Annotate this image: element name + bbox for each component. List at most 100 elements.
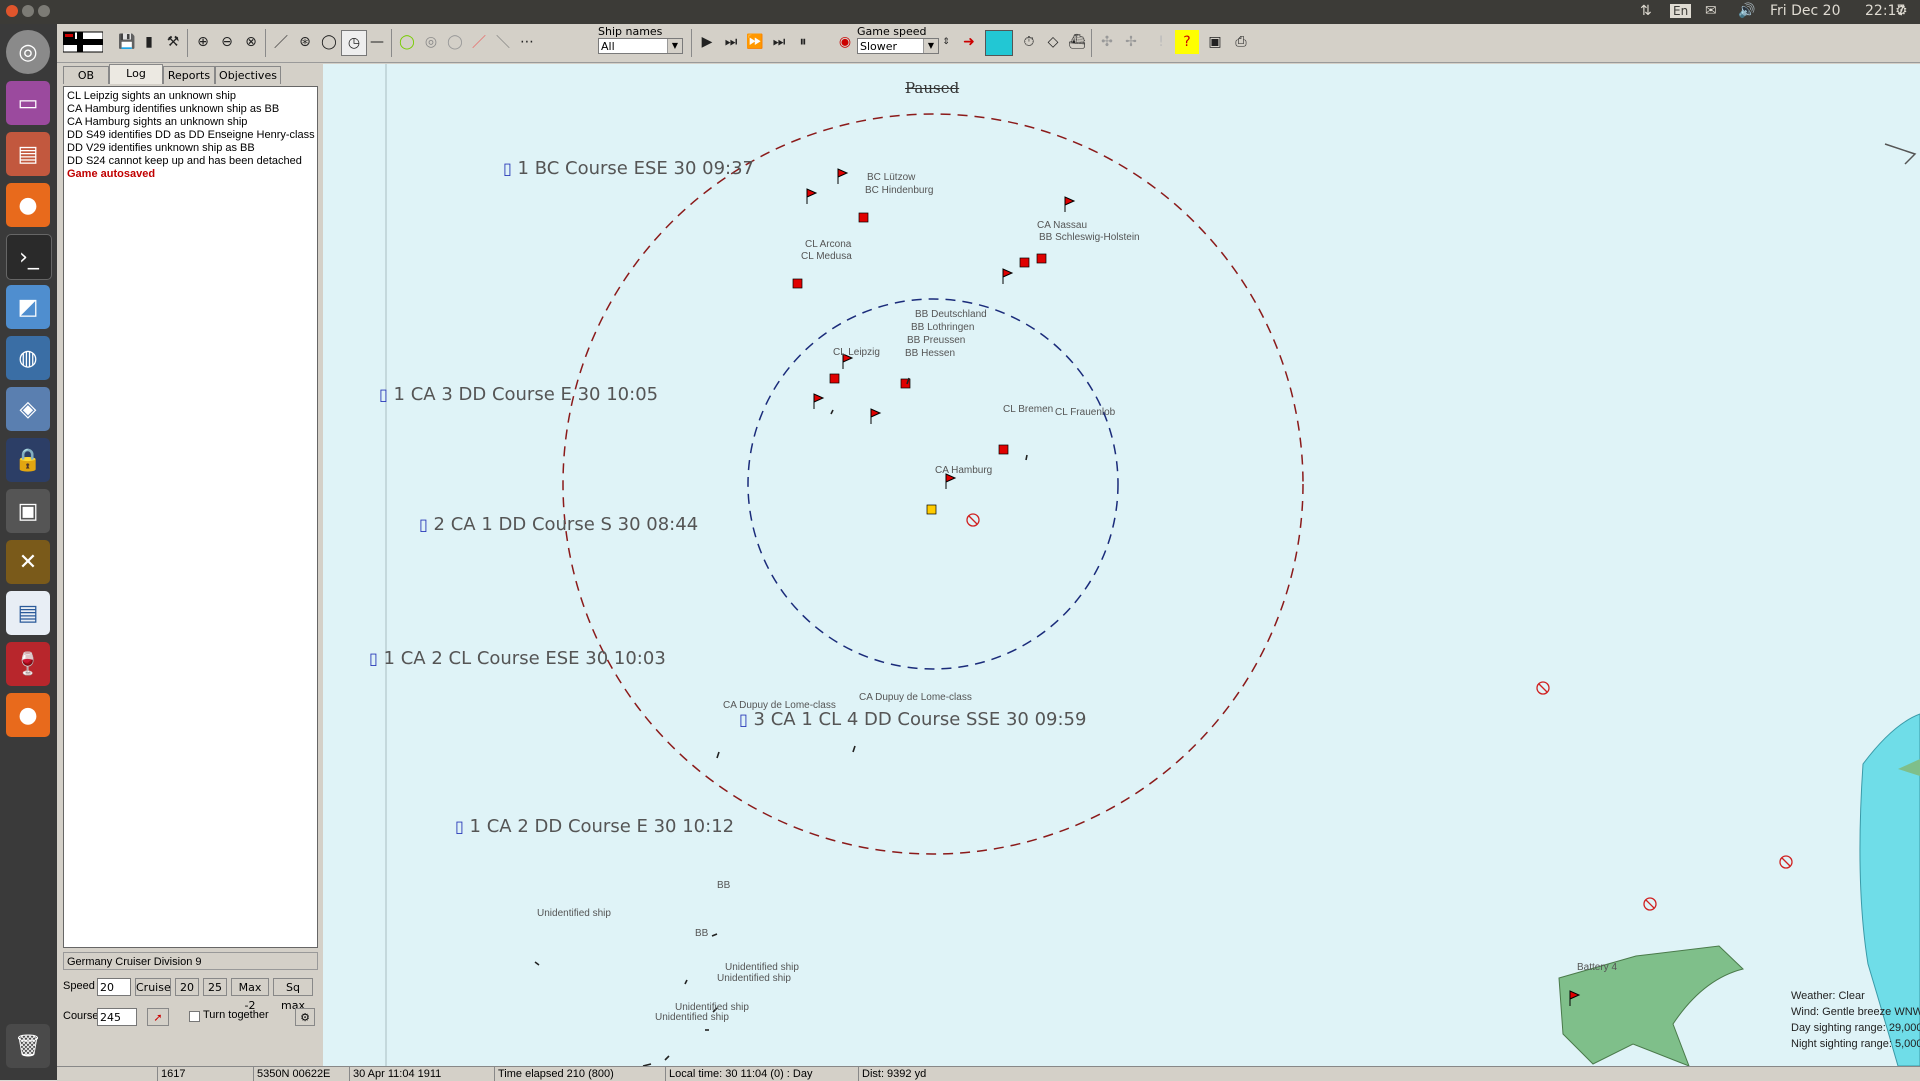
contact-report[interactable]: ▯ 1 BC Course ESE 30 09:37 — [503, 158, 754, 179]
screenshot-icon[interactable]: ▣ — [1203, 30, 1227, 54]
ship-label[interactable]: BB — [695, 928, 708, 939]
ship-label[interactable]: BB Deutschland — [915, 309, 987, 320]
maximize-window-button[interactable] — [38, 5, 50, 17]
play-step-icon[interactable]: ▶ — [695, 30, 719, 54]
close-window-button[interactable] — [6, 5, 18, 17]
lock-icon[interactable]: 🔒 — [6, 438, 50, 482]
ship-label[interactable]: Unidentified ship — [725, 962, 799, 973]
contact-report[interactable]: ▯ 1 CA 2 DD Course E 30 10:12 — [455, 816, 734, 837]
steam-icon[interactable]: ◍ — [6, 336, 50, 380]
sea-view-icon[interactable] — [985, 30, 1013, 56]
ship-label[interactable]: BB Hessen — [905, 348, 955, 359]
fast-forward-icon[interactable]: ⏭ — [767, 30, 791, 54]
ship-label[interactable]: BB — [717, 880, 730, 891]
ship-label[interactable]: BC Lützow — [867, 172, 915, 183]
formation-icon[interactable]: ✣ — [1095, 30, 1119, 54]
tab-reports[interactable]: Reports — [163, 66, 215, 84]
ship-label[interactable]: BB Preussen — [907, 335, 965, 346]
german-flag-icon[interactable] — [63, 30, 103, 54]
ship-names-select[interactable]: All ▼ — [598, 38, 683, 54]
formation-2-icon[interactable]: ✢ — [1119, 30, 1143, 54]
speed-25-button[interactable]: 25 — [203, 978, 227, 996]
zoom-fit-icon[interactable]: ⊗ — [239, 30, 263, 54]
contact-report[interactable]: ▯ 3 CA 1 CL 4 DD Course SSE 30 09:59 — [739, 709, 1086, 730]
clock-ring-icon[interactable]: ◷ — [341, 30, 367, 56]
language-indicator[interactable]: En — [1670, 4, 1692, 18]
settings-icon[interactable]: ⚒ — [161, 30, 185, 54]
volume-icon[interactable]: 🔊 — [1738, 3, 1755, 19]
target-icon[interactable]: ◉ — [833, 30, 857, 54]
dosbox-icon[interactable]: ✕ — [6, 540, 50, 584]
red-line-icon[interactable]: ／ — [467, 30, 491, 54]
help-icon[interactable]: ? — [1175, 30, 1199, 54]
info-icon[interactable]: ! — [1149, 30, 1173, 54]
dotted-line-icon[interactable]: ⋯ — [515, 30, 539, 54]
speed-input[interactable]: 20 — [97, 978, 131, 996]
windows-app-icon[interactable]: ◩ — [6, 285, 50, 329]
minimize-window-button[interactable] — [22, 5, 34, 17]
save-icon[interactable]: 💾 — [115, 30, 139, 54]
ship-label[interactable]: CL Frauenlob — [1055, 407, 1115, 418]
settings-gear-icon[interactable]: ⚙ — [1895, 3, 1908, 19]
ship-label[interactable]: CA Dupuy de Lome-class — [723, 700, 836, 711]
ship-label[interactable]: CA Hamburg — [935, 465, 992, 476]
contact-report[interactable]: ▯ 1 CA 2 CL Course ESE 30 10:03 — [369, 648, 666, 669]
files-icon[interactable]: ▤ — [6, 132, 50, 176]
game-speed-select[interactable]: Slower ▼ — [857, 38, 939, 54]
turn-together-checkbox[interactable] — [189, 1011, 200, 1022]
course-pointer-icon[interactable]: ➚ — [147, 1008, 169, 1026]
virtualbox-icon[interactable]: ◈ — [6, 387, 50, 431]
line-icon[interactable]: — — [365, 30, 389, 54]
ship-label[interactable]: Unidentified ship — [717, 973, 791, 984]
document-icon[interactable]: ▤ — [6, 591, 50, 635]
green-ring-icon[interactable]: ◯ — [395, 30, 419, 54]
ship-label[interactable]: CA Dupuy de Lome-class — [859, 692, 972, 703]
app-window-icon[interactable]: ▭ — [6, 81, 50, 125]
course-input[interactable]: 245 — [97, 1008, 137, 1026]
red-arrow-icon[interactable]: ➜ — [957, 30, 981, 54]
window-switcher-icon[interactable]: ▣ — [6, 489, 50, 533]
network-icon[interactable]: ⇅ — [1640, 3, 1652, 19]
ship-label[interactable]: Unidentified ship — [537, 908, 611, 919]
ship-label[interactable]: BB Schleswig-Holstein — [1039, 232, 1140, 243]
ship-label[interactable]: CL Leipzig — [833, 347, 880, 358]
cruise-button[interactable]: Cruise — [135, 978, 171, 996]
firefox-icon-2[interactable]: ● — [6, 693, 50, 737]
mail-icon[interactable]: ✉ — [1705, 3, 1717, 19]
max-minus-2-button[interactable]: Max -2 — [231, 978, 269, 1012]
contact-report[interactable]: ▯ 2 CA 1 DD Course S 30 08:44 — [419, 514, 698, 535]
ship-label[interactable]: Battery 4 — [1577, 962, 1617, 973]
grey-line-icon[interactable]: ＼ — [491, 30, 515, 54]
ship-label[interactable]: BB Lothringen — [911, 322, 974, 333]
range-ring-icon[interactable]: ◯ — [317, 30, 341, 54]
grey-ring-icon[interactable]: ◎ — [419, 30, 443, 54]
ship-icon[interactable]: ⛴ — [1065, 30, 1089, 54]
gear-icon[interactable]: ⚙ — [295, 1008, 315, 1026]
tab-objectives[interactable]: Objectives — [215, 66, 281, 84]
ship-label[interactable]: CA Nassau — [1037, 220, 1087, 231]
eraser-icon[interactable]: ◇ — [1041, 30, 1065, 54]
tab-ob[interactable]: OB — [63, 66, 109, 84]
ship-label[interactable]: Unidentified ship — [655, 1012, 729, 1023]
clock-date[interactable]: Fri Dec 20 — [1770, 3, 1841, 19]
ship-label[interactable]: CL Medusa — [801, 251, 852, 262]
step-forward-icon[interactable]: ⏩ — [743, 30, 767, 54]
tactical-map[interactable]: Paused ▯ 1 BC Course ESE 30 09:37 ▯ 1 CA… — [323, 64, 1920, 1066]
ruler-icon[interactable]: ／ — [269, 30, 293, 54]
dash-icon[interactable]: ◎ — [6, 30, 50, 74]
zoom-in-icon[interactable]: ⊕ — [191, 30, 215, 54]
faded-ring-icon[interactable]: ◯ — [443, 30, 467, 54]
terminal-icon[interactable]: ›_ — [6, 234, 52, 280]
contact-report[interactable]: ▯ 1 CA 3 DD Course E 30 10:05 — [379, 384, 658, 405]
speed-20-button[interactable]: 20 — [175, 978, 199, 996]
ship-label[interactable]: CL Bremen — [1003, 404, 1053, 415]
lock-view-icon[interactable]: ⊛ — [293, 30, 317, 54]
step-icon[interactable]: ⏭ — [719, 30, 743, 54]
sq-max-button[interactable]: Sq max — [273, 978, 313, 1012]
firefox-icon[interactable]: ● — [6, 183, 50, 227]
print-icon[interactable]: ⎙ — [1229, 30, 1253, 54]
trash-icon[interactable]: 🗑 — [6, 1024, 50, 1068]
exit-door-icon[interactable]: ▮ — [137, 30, 161, 54]
stopwatch-icon[interactable]: ⏱ — [1017, 30, 1041, 54]
ship-label[interactable]: CL Arcona — [805, 239, 851, 250]
